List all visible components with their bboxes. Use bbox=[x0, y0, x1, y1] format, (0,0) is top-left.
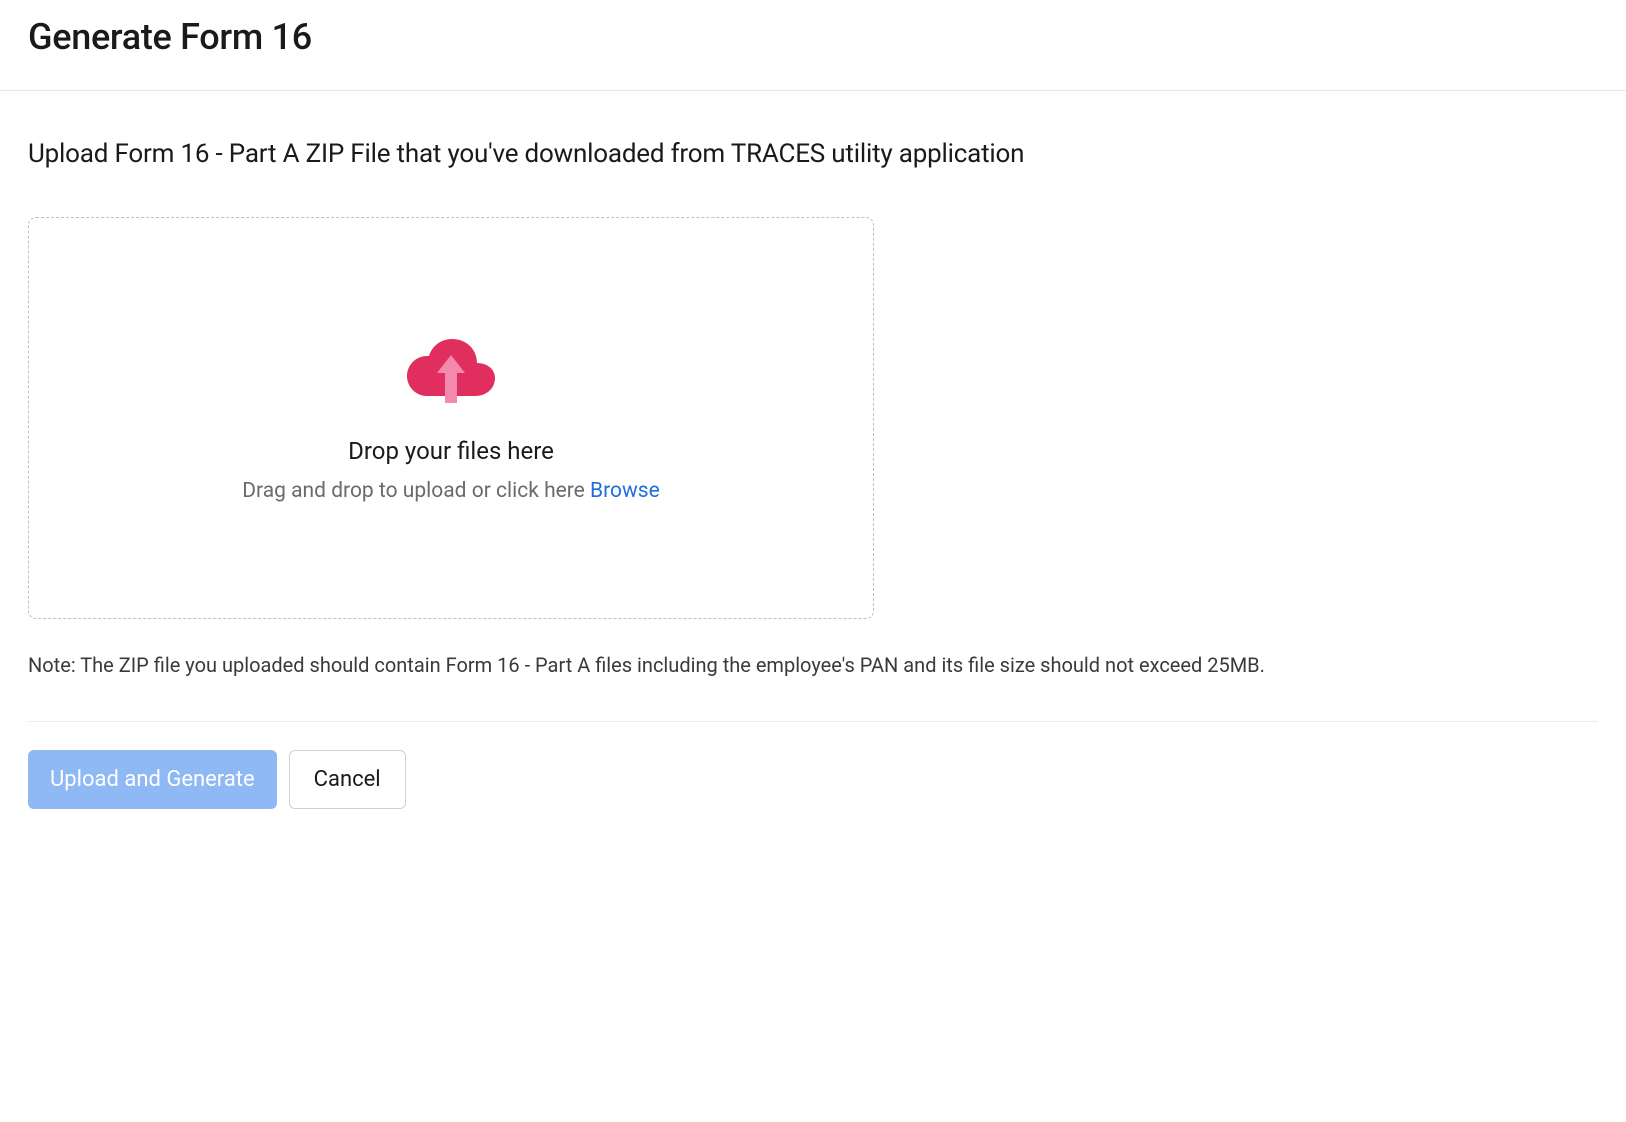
upload-note: Note: The ZIP file you uploaded should c… bbox=[28, 653, 1598, 677]
dropzone-subtitle-text: Drag and drop to upload or click here bbox=[242, 479, 590, 503]
dropzone-title: Drop your files here bbox=[348, 437, 554, 465]
action-buttons: Upload and Generate Cancel bbox=[28, 750, 1598, 809]
browse-link[interactable]: Browse bbox=[590, 479, 660, 503]
section-divider bbox=[28, 721, 1598, 722]
cloud-upload-icon bbox=[405, 333, 497, 409]
upload-heading: Upload Form 16 - Part A ZIP File that yo… bbox=[28, 139, 1598, 169]
cancel-button[interactable]: Cancel bbox=[289, 750, 406, 809]
dropzone-subtitle: Drag and drop to upload or click here Br… bbox=[242, 479, 660, 503]
file-dropzone[interactable]: Drop your files here Drag and drop to up… bbox=[28, 217, 874, 619]
page-header: Generate Form 16 bbox=[0, 0, 1626, 91]
upload-generate-button[interactable]: Upload and Generate bbox=[28, 750, 277, 809]
content-section: Upload Form 16 - Part A ZIP File that yo… bbox=[0, 91, 1626, 837]
page-title: Generate Form 16 bbox=[28, 16, 1598, 58]
